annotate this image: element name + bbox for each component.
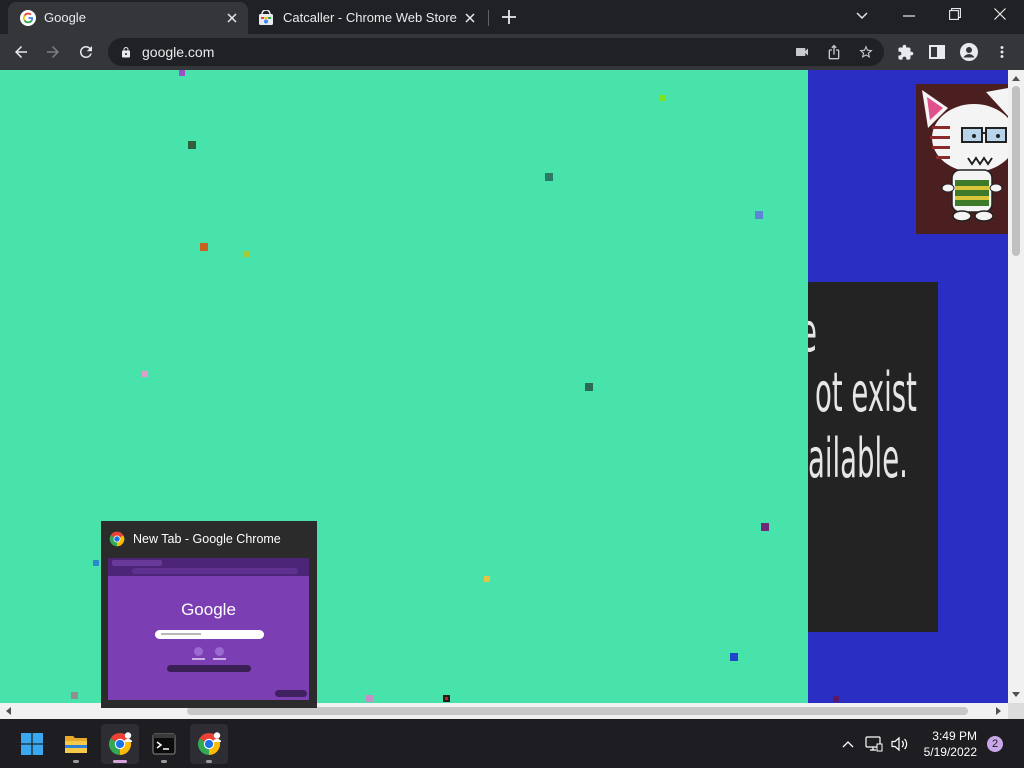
close-icon[interactable] — [993, 7, 1007, 21]
confetti-square — [484, 576, 490, 582]
chrome-profile-icon[interactable] — [108, 732, 132, 756]
thumbnail-search-placeholder — [161, 633, 201, 635]
google-g-icon — [20, 10, 36, 26]
confetti-square — [200, 243, 208, 251]
confetti-square — [833, 696, 839, 702]
confetti-square — [761, 523, 769, 531]
running-indicator — [73, 760, 79, 763]
restore-icon[interactable] — [948, 7, 962, 21]
preview-thumbnail[interactable]: Google — [108, 558, 309, 700]
tab-close-icon[interactable] — [463, 11, 477, 25]
back-arrow-icon[interactable] — [12, 43, 30, 61]
thumbnail-tab — [112, 560, 162, 566]
vertical-scrollbar[interactable] — [1008, 70, 1024, 703]
confetti-square — [142, 371, 148, 377]
tab-search-chevron-icon[interactable] — [854, 8, 870, 24]
running-indicator — [206, 760, 212, 763]
thumbnail-search-box — [155, 630, 264, 639]
thumbnail-google-logo: Google — [181, 600, 236, 619]
tab-strip: Google Catcaller - Chrome Web Store — [0, 0, 1024, 34]
message-box: e ot exist ailable. — [808, 282, 938, 632]
chrome-web-store-icon — [258, 10, 274, 26]
side-panel-icon[interactable] — [928, 43, 946, 61]
confetti-square — [660, 95, 666, 101]
profile-icon[interactable] — [960, 43, 978, 61]
bookmark-star-icon[interactable] — [858, 44, 874, 60]
network-icon[interactable] — [865, 735, 883, 753]
confetti-square — [179, 70, 185, 76]
confetti-square — [244, 251, 250, 257]
confetti-square — [366, 695, 373, 702]
share-icon[interactable] — [826, 44, 842, 60]
tab-google[interactable]: Google — [8, 2, 248, 34]
lock-icon[interactable] — [119, 45, 133, 59]
clock-date[interactable]: 5/19/2022 — [900, 745, 977, 759]
chrome-profile-icon[interactable] — [197, 732, 221, 756]
scroll-right-arrow-icon[interactable] — [995, 707, 1001, 715]
tab-title: Google — [44, 10, 86, 25]
extensions-puzzle-icon[interactable] — [896, 43, 914, 61]
confetti-square — [730, 653, 738, 661]
show-hidden-chevron-icon[interactable] — [841, 737, 855, 751]
confetti-square — [71, 692, 78, 699]
thumbnail-shortcut-label — [192, 658, 205, 660]
menu-dots-icon[interactable] — [993, 43, 1011, 61]
reload-icon[interactable] — [77, 43, 95, 61]
thumbnail-browser-chrome — [108, 558, 309, 576]
confetti-square — [545, 173, 553, 181]
tab-close-icon[interactable] — [225, 11, 239, 25]
confetti-square — [188, 141, 196, 149]
windows-taskbar: 3:49 PM 5/19/2022 2 — [0, 719, 1024, 768]
tab-separator — [488, 10, 489, 26]
browser-toolbar: google.com — [0, 34, 1024, 70]
confetti-square — [755, 211, 763, 219]
scroll-up-arrow-icon[interactable] — [1012, 75, 1020, 81]
tab-title: Catcaller - Chrome Web Store — [283, 10, 457, 25]
message-line: ot exist — [815, 361, 917, 424]
vertical-scroll-thumb[interactable] — [1012, 86, 1020, 256]
scroll-down-arrow-icon[interactable] — [1012, 691, 1020, 697]
thumbnail-customize-button — [275, 690, 307, 697]
plus-icon[interactable] — [500, 8, 518, 26]
chrome-icon — [109, 531, 125, 547]
taskbar-window-preview[interactable]: New Tab - Google Chrome Google — [101, 521, 317, 708]
catcaller-cat-icon — [916, 84, 1008, 234]
preview-title: New Tab - Google Chrome — [133, 532, 281, 546]
tab-catcaller[interactable]: Catcaller - Chrome Web Store — [250, 2, 488, 34]
running-indicator — [161, 760, 167, 763]
start-windows-icon[interactable] — [20, 732, 44, 756]
file-explorer-icon[interactable] — [64, 732, 88, 756]
video-camera-icon[interactable] — [794, 44, 810, 60]
terminal-icon[interactable] — [152, 732, 176, 756]
confetti-square — [443, 695, 450, 702]
thumbnail-shortcut — [215, 647, 224, 656]
confetti-square — [93, 560, 99, 566]
clock-time[interactable]: 3:49 PM — [900, 729, 977, 743]
scrollbar-corner — [1008, 703, 1024, 719]
address-bar[interactable]: google.com — [108, 38, 884, 66]
thumbnail-shortcut-label — [213, 658, 226, 660]
horizontal-scroll-thumb[interactable] — [187, 707, 968, 715]
scroll-left-arrow-icon[interactable] — [5, 707, 11, 715]
message-line: ailable. — [808, 427, 908, 490]
active-indicator — [113, 760, 127, 763]
forward-arrow-icon — [44, 43, 62, 61]
thumbnail-notice-bar — [167, 665, 251, 672]
minimize-icon[interactable] — [902, 9, 916, 23]
thumbnail-address-bar — [132, 568, 298, 574]
confetti-square — [585, 383, 593, 391]
message-line: e — [808, 306, 817, 360]
thumbnail-shortcut — [194, 647, 203, 656]
url-text[interactable]: google.com — [142, 44, 214, 60]
notification-badge[interactable]: 2 — [987, 736, 1003, 752]
